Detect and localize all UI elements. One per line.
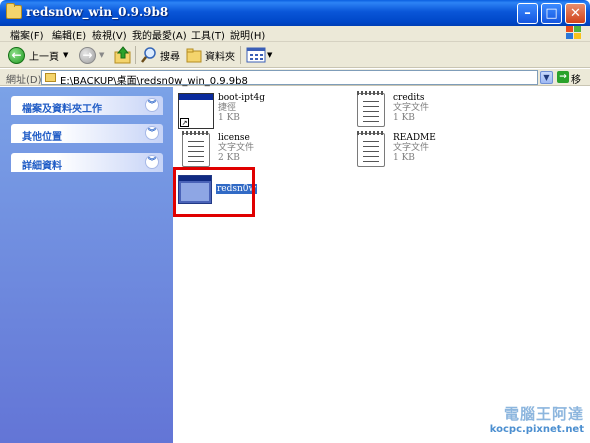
title-bar: redsn0w_win_0.9.9b8 – □ ✕ (0, 0, 590, 26)
address-path: E:\BACKUP\桌面\redsn0w_win_0.9.9b8 (60, 76, 248, 87)
folder-icon (45, 73, 56, 82)
file-type: 捷徑 (218, 103, 237, 113)
views-button[interactable]: ▼ (246, 45, 272, 65)
address-label: 網址(D) (6, 75, 42, 86)
close-button[interactable]: ✕ (565, 3, 586, 24)
views-dropdown-icon[interactable]: ▼ (267, 51, 272, 59)
file-name: credits (393, 93, 425, 103)
folders-icon (186, 48, 202, 63)
search-icon (141, 47, 156, 63)
file-type: 文字文件 (393, 103, 430, 113)
taskpane-group-label: 其他位置 (22, 132, 62, 143)
file-list: ↗ boot-ipt4g 捷徑 1 KB credits 文字文件 1 KB l… (173, 87, 590, 443)
watermark-title: 電腦王阿達 (503, 405, 584, 423)
address-bar: 網址(D) E:\BACKUP\桌面\redsn0w_win_0.9.9b8 ▼… (0, 69, 590, 101)
taskpane-group-details[interactable]: 詳細資料 ︾ (11, 153, 163, 172)
file-name: license (218, 133, 250, 143)
up-folder-icon (114, 46, 131, 64)
address-dropdown-icon[interactable]: ▼ (540, 71, 553, 84)
folders-label: 資料夾 (205, 51, 235, 63)
address-input[interactable]: E:\BACKUP\桌面\redsn0w_win_0.9.9b8 (41, 70, 538, 87)
menu-edit[interactable]: 編輯(E) (52, 27, 86, 42)
menu-file[interactable]: 檔案(F) (10, 27, 44, 42)
file-size: 1 KB (393, 153, 415, 163)
taskpane-group-label: 檔案及資料夾工作 (22, 104, 102, 115)
text-document-icon (357, 131, 385, 167)
chevron-down-icon[interactable]: ︾ (145, 98, 159, 112)
folder-icon (6, 3, 22, 19)
back-dropdown-icon[interactable]: ▼ (63, 51, 68, 59)
search-label: 搜尋 (160, 51, 180, 63)
task-pane: 檔案及資料夾工作 ︾ 其他位置 ︾ 詳細資料 ︾ (0, 87, 173, 443)
taskpane-group-other-places[interactable]: 其他位置 ︾ (11, 124, 163, 143)
windows-logo-icon (566, 26, 582, 41)
menu-bar: 檔案(F) 編輯(E) 檢視(V) 我的最愛(A) 工具(T) 說明(H) (0, 26, 590, 42)
taskpane-group-file-tasks[interactable]: 檔案及資料夾工作 ︾ (11, 96, 163, 115)
watermark-url: kocpc.pixnet.net (489, 424, 584, 435)
toolbar: ← 上一頁 ▼ → ▼ 搜尋 資料夾 ▼ (0, 42, 590, 68)
toolbar-separator (135, 46, 136, 64)
forward-dropdown-icon[interactable]: ▼ (99, 51, 104, 59)
shortcut-app-icon: ↗ (178, 93, 214, 129)
forward-arrow-icon: → (79, 46, 96, 64)
menu-favorites[interactable]: 我的最愛(A) (132, 27, 187, 42)
back-label: 上一頁 (29, 51, 59, 63)
forward-button[interactable]: → ▼ (79, 45, 104, 65)
watermark: 電腦王阿達 kocpc.pixnet.net (490, 403, 584, 435)
shortcut-arrow-icon: ↗ (180, 118, 189, 127)
folders-button[interactable]: 資料夾 (185, 45, 235, 65)
file-name: README (393, 133, 436, 143)
minimize-button[interactable]: – (517, 3, 538, 24)
menu-view[interactable]: 檢視(V) (92, 27, 127, 42)
go-arrow-icon[interactable]: → (557, 71, 569, 83)
file-size: 2 KB (218, 153, 240, 163)
text-document-icon (182, 131, 210, 167)
views-icon (246, 47, 266, 63)
file-size: 1 KB (393, 113, 415, 123)
window-title: redsn0w_win_0.9.9b8 (26, 5, 169, 19)
file-type: 文字文件 (393, 143, 430, 153)
back-arrow-icon: ← (8, 46, 25, 64)
file-item-readme[interactable]: README 文字文件 1 KB (353, 131, 503, 177)
search-button[interactable]: 搜尋 (140, 45, 180, 65)
menu-help[interactable]: 說明(H) (230, 27, 265, 42)
text-document-icon (357, 91, 385, 127)
chevron-down-icon[interactable]: ︾ (145, 126, 159, 140)
chevron-down-icon[interactable]: ︾ (145, 155, 159, 169)
file-type: 文字文件 (218, 143, 255, 153)
toolbar-separator (240, 46, 241, 64)
highlight-box (173, 167, 255, 217)
menu-tools[interactable]: 工具(T) (191, 27, 225, 42)
file-name: boot-ipt4g (218, 93, 265, 103)
maximize-button[interactable]: □ (541, 3, 562, 24)
file-size: 1 KB (218, 113, 240, 123)
up-folder-button[interactable] (113, 45, 133, 65)
taskpane-group-label: 詳細資料 (22, 161, 62, 172)
back-button[interactable]: ← 上一頁 ▼ (8, 45, 68, 65)
